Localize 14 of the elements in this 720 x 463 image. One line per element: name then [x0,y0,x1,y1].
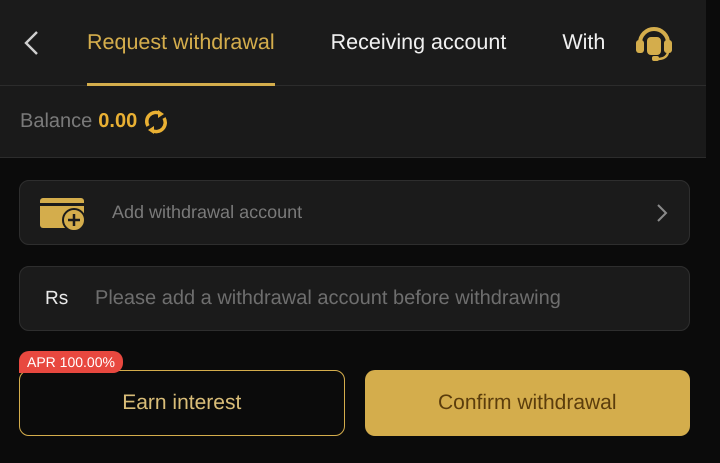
tab[interactable]: Receiving account [330,0,506,86]
amount-field[interactable]: Rs Please add a withdrawal account before withdrawing [19,266,690,331]
amount-input[interactable]: Please add a withdrawal account before withdrawing [93,286,689,311]
balance-amount: 0.00 [98,110,138,133]
currency-label: Rs [45,288,70,310]
tab[interactable]: With [562,0,606,86]
apr-badge: APR 100.00% [19,351,123,373]
refresh-icon[interactable] [143,108,170,134]
back-icon[interactable] [22,28,40,56]
chevron-right-icon [655,202,669,224]
earn-interest-button[interactable]: Earn interest [19,370,344,436]
confirm-button[interactable]: Confirm withdrawal [364,370,690,436]
balance-label: Balance [20,110,92,133]
add-account-row[interactable]: Add withdrawal account [19,180,690,245]
